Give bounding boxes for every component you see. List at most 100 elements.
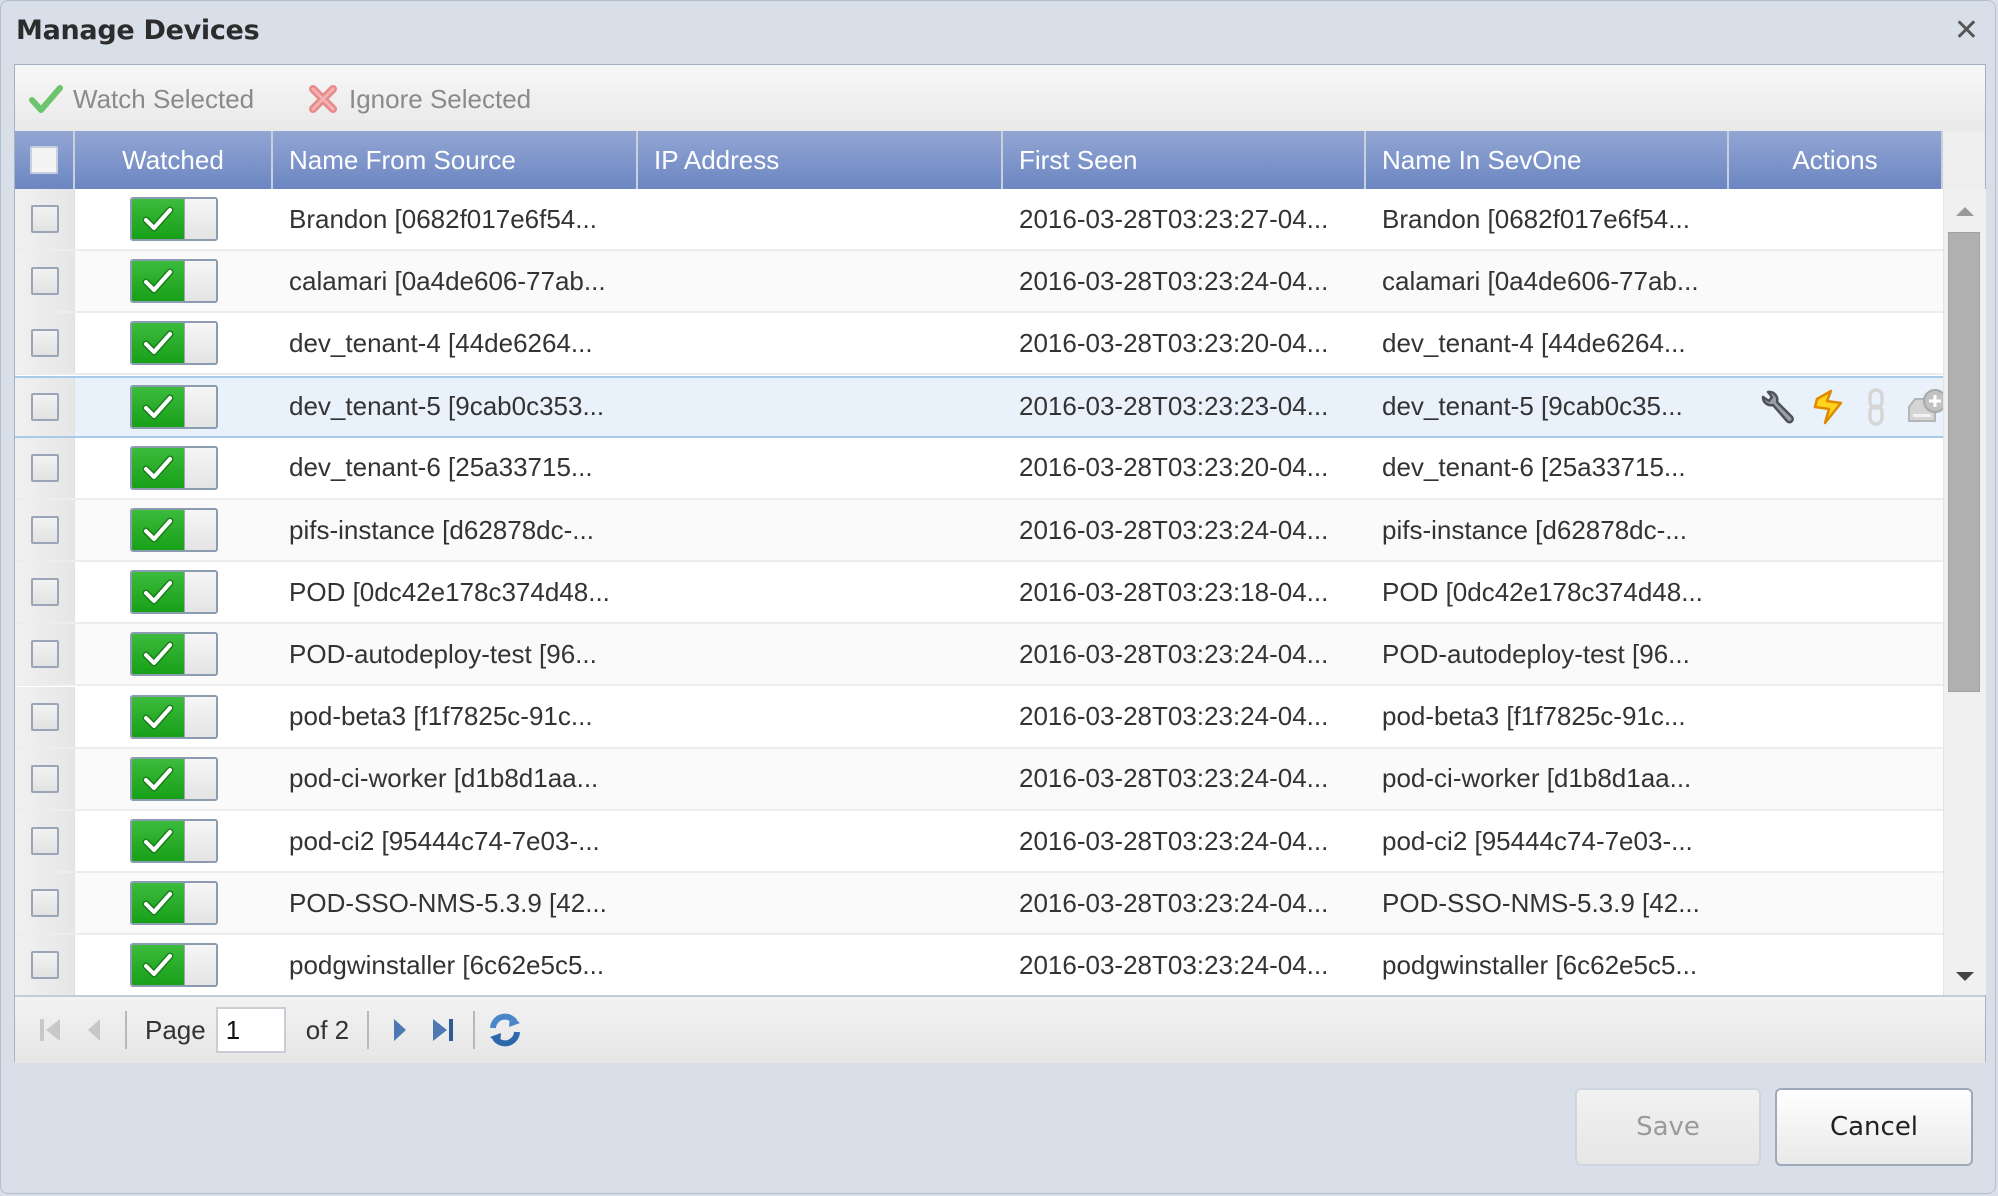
table-row[interactable]: POD-SSO-NMS-5.3.9 [42... 2016-03-28T03:23…	[15, 873, 1943, 936]
ip-address-cell	[638, 378, 1003, 436]
row-checkbox[interactable]	[30, 516, 59, 544]
row-checkbox[interactable]	[30, 267, 59, 296]
column-header-name-in-sevone[interactable]: Name In SevOne	[1366, 131, 1729, 189]
vertical-scrollbar[interactable]	[1943, 189, 1986, 995]
checkmark-icon	[141, 205, 175, 233]
table-row[interactable]: pod-beta3 [f1f7825c-91c... 2016-03-28T03:…	[15, 686, 1943, 749]
column-header-watched[interactable]: Watched	[75, 131, 273, 189]
scrollbar-thumb[interactable]	[1948, 232, 1980, 692]
watched-toggle[interactable]	[130, 570, 218, 615]
next-page-button[interactable]	[377, 1008, 421, 1052]
cancel-button[interactable]: Cancel	[1775, 1088, 1973, 1166]
watched-cell	[75, 378, 273, 436]
row-checkbox[interactable]	[30, 392, 59, 421]
previous-page-icon	[88, 1019, 100, 1041]
row-select-cell	[15, 500, 75, 560]
scroll-up-arrow-icon[interactable]	[1956, 207, 1974, 216]
previous-page-button[interactable]	[73, 1008, 117, 1052]
table-row[interactable]: pod-ci-worker [d1b8d1aa... 2016-03-28T03:…	[15, 748, 1943, 811]
name-from-source-cell: calamari [0a4de606-77ab...	[289, 265, 606, 296]
first-seen-cell: 2016-03-28T03:23:27-04...	[1019, 203, 1329, 234]
checkmark-icon	[141, 454, 175, 482]
column-header-first-seen[interactable]: First Seen	[1003, 131, 1366, 189]
row-checkbox[interactable]	[30, 764, 59, 793]
watched-toggle[interactable]	[130, 508, 218, 552]
row-checkbox[interactable]	[30, 640, 59, 669]
ignore-selected-label: Ignore Selected	[349, 83, 532, 114]
row-select-cell	[15, 873, 75, 934]
row-checkbox[interactable]	[30, 827, 59, 855]
checkmark-icon	[141, 329, 175, 357]
row-checkbox[interactable]	[30, 951, 59, 980]
wrench-icon[interactable]	[1757, 387, 1797, 427]
checkmark-icon	[141, 516, 175, 544]
table-row[interactable]: calamari [0a4de606-77ab... 2016-03-28T03:…	[15, 251, 1943, 314]
name-in-sevone-cell: podgwinstaller [6c62e5c5...	[1382, 949, 1698, 980]
watch-selected-button[interactable]: Watch Selected	[29, 81, 254, 117]
row-checkbox[interactable]	[30, 453, 59, 482]
add-device-icon[interactable]	[1905, 387, 1943, 427]
column-header-name-from-source[interactable]: Name From Source	[273, 131, 638, 189]
table-row[interactable]: dev_tenant-5 [9cab0c353... 2016-03-28T03:…	[15, 375, 1943, 438]
ip-address-cell	[638, 313, 1003, 373]
watched-toggle[interactable]	[130, 321, 218, 366]
checkmark-icon	[141, 640, 175, 668]
table-row[interactable]: dev_tenant-6 [25a33715... 2016-03-28T03:2…	[15, 437, 1943, 500]
watched-toggle[interactable]	[130, 756, 218, 801]
table-row[interactable]: pod-ci2 [95444c74-7e03-... 2016-03-28T03:…	[15, 811, 1943, 873]
row-checkbox[interactable]	[30, 889, 59, 918]
grid-header: Watched Name From Source IP Address Firs…	[15, 131, 1985, 189]
row-checkbox[interactable]	[30, 205, 59, 233]
name-from-source-cell: pod-beta3 [f1f7825c-91c...	[289, 701, 593, 732]
ignore-selected-button[interactable]: Ignore Selected	[307, 81, 531, 117]
actions-cell	[1729, 438, 1943, 498]
actions-cell	[1729, 562, 1943, 622]
refresh-button[interactable]	[483, 1008, 527, 1052]
name-from-source-cell: POD-SSO-NMS-5.3.9 [42...	[289, 887, 607, 918]
column-header-ip-address[interactable]: IP Address	[638, 131, 1003, 189]
row-checkbox[interactable]	[30, 578, 59, 607]
page-count-label: of 2	[305, 1014, 350, 1045]
close-icon[interactable]: ✕	[1954, 13, 1979, 48]
select-all-header	[15, 131, 75, 189]
ip-address-cell	[638, 438, 1003, 498]
last-page-button[interactable]	[421, 1008, 465, 1052]
table-row[interactable]: Brandon [0682f017e6f54... 2016-03-28T03:2…	[15, 189, 1943, 251]
row-checkbox[interactable]	[30, 329, 59, 358]
column-header-actions[interactable]: Actions	[1729, 131, 1943, 189]
last-page-icon	[433, 1019, 454, 1041]
watched-toggle[interactable]	[130, 197, 218, 241]
row-checkbox[interactable]	[30, 702, 59, 731]
actions-cell	[1729, 378, 1943, 436]
table-row[interactable]: POD [0dc42e178c374d48... 2016-03-28T03:23…	[15, 562, 1943, 625]
save-button[interactable]: Save	[1575, 1088, 1761, 1166]
watched-toggle[interactable]	[130, 632, 218, 677]
row-select-cell	[15, 748, 75, 809]
checkmark-icon	[141, 951, 175, 979]
watched-cell	[75, 251, 273, 311]
table-row[interactable]: pifs-instance [d62878dc-... 2016-03-28T03…	[15, 500, 1943, 562]
lightning-icon[interactable]	[1811, 387, 1847, 427]
select-all-checkbox[interactable]	[30, 146, 58, 174]
watched-toggle[interactable]	[130, 259, 218, 304]
page-number-input[interactable]	[215, 1007, 286, 1053]
table-row[interactable]: podgwinstaller [6c62e5c5... 2016-03-28T03…	[15, 935, 1943, 995]
name-from-source-cell: pod-ci-worker [d1b8d1aa...	[289, 763, 599, 794]
watched-toggle[interactable]	[130, 943, 218, 988]
watched-toggle[interactable]	[130, 819, 218, 863]
table-row[interactable]: dev_tenant-4 [44de6264... 2016-03-28T03:2…	[15, 313, 1943, 376]
watched-toggle[interactable]	[130, 445, 218, 490]
watched-toggle[interactable]	[130, 881, 218, 926]
chain-link-icon[interactable]	[1861, 387, 1891, 427]
watched-cell	[75, 562, 273, 622]
name-from-source-cell: POD-autodeploy-test [96...	[289, 638, 597, 669]
scroll-down-arrow-icon[interactable]	[1956, 972, 1974, 981]
name-in-sevone-cell: pod-ci-worker [d1b8d1aa...	[1382, 763, 1692, 794]
watched-toggle[interactable]	[130, 384, 218, 429]
name-in-sevone-cell: dev_tenant-6 [25a33715...	[1382, 452, 1686, 483]
table-row[interactable]: POD-autodeploy-test [96... 2016-03-28T03:…	[15, 624, 1943, 687]
name-in-sevone-cell: dev_tenant-5 [9cab0c35...	[1382, 391, 1683, 422]
watched-toggle[interactable]	[130, 694, 218, 739]
first-page-button[interactable]	[29, 1008, 73, 1052]
checkmark-icon	[141, 889, 175, 917]
